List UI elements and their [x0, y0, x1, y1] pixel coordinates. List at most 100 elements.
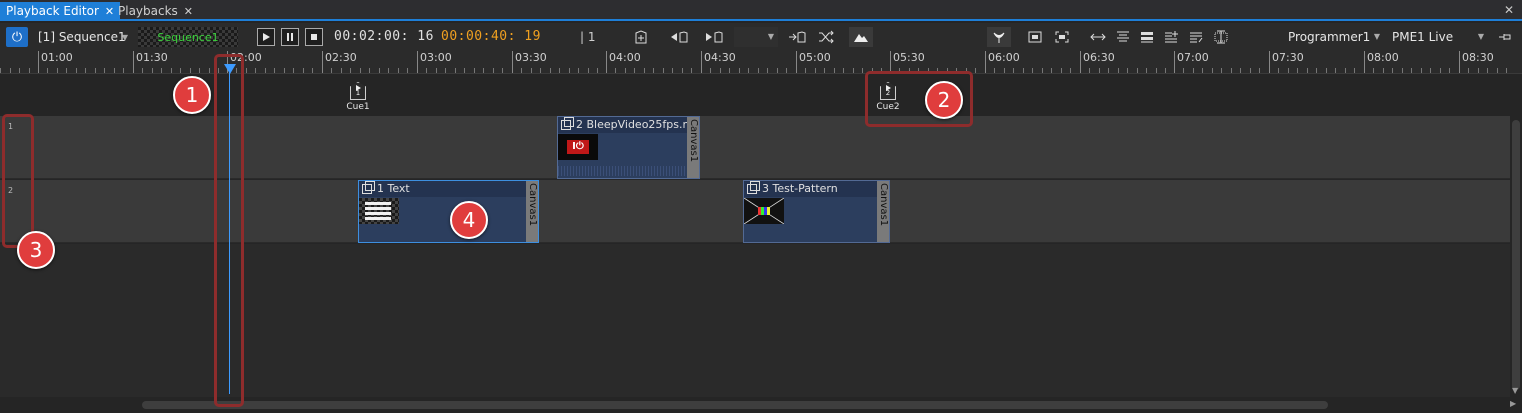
ruler-minor-tick — [625, 68, 626, 73]
zoom-to-fit-button[interactable] — [849, 27, 873, 47]
ruler-minor-tick — [123, 68, 124, 73]
play-button[interactable] — [257, 28, 275, 46]
tab-label: Playback Editor — [6, 4, 99, 18]
ruler-minor-tick — [805, 68, 806, 73]
vertical-scrollbar-thumb[interactable] — [1512, 120, 1520, 390]
ruler-minor-tick — [426, 68, 427, 73]
ruler-time-label: 06:30 — [1083, 51, 1115, 64]
ruler-minor-tick — [209, 68, 210, 73]
ruler-minor-tick — [199, 68, 200, 73]
ruler-minor-tick — [455, 68, 456, 73]
audio-waveform — [558, 166, 687, 176]
sequence-select[interactable]: [1] Sequence1 ▼ — [34, 27, 132, 47]
ruler-minor-tick — [663, 68, 664, 73]
stop-button[interactable] — [305, 28, 323, 46]
ruler-minor-tick — [1440, 68, 1441, 73]
ruler-minor-tick — [1137, 68, 1138, 73]
text-cursor-button[interactable] — [1211, 27, 1231, 47]
ruler-minor-tick — [1411, 68, 1412, 73]
programmer-select[interactable]: Programmer1 ▼ — [1284, 27, 1384, 47]
pin-icon — [1499, 34, 1511, 40]
edit-track-button[interactable] — [1186, 27, 1206, 47]
flower-icon — [993, 32, 1005, 43]
ruler-time-label: 01:00 — [41, 51, 73, 64]
stop-icon — [311, 34, 317, 40]
clip-bleep-video[interactable]: 2 BleepVideo25fps.m I⏻ Canvas1 — [557, 116, 700, 179]
window-close-icon[interactable]: ✕ — [1504, 3, 1514, 17]
close-icon[interactable]: ✕ — [184, 5, 193, 18]
tab-playback-editor[interactable]: Playback Editor ✕ — [0, 2, 121, 21]
clip-test-pattern[interactable]: 3 Test-Pattern Canvas1 — [743, 180, 890, 243]
ruler-minor-tick — [331, 68, 332, 73]
ruler-time-label: 07:30 — [1272, 51, 1304, 64]
ruler-minor-tick — [994, 68, 995, 73]
ruler-major-tick — [890, 51, 891, 73]
ruler-minor-tick — [597, 68, 598, 73]
zoom-in-button[interactable] — [987, 27, 1011, 47]
ruler-minor-tick — [1240, 68, 1241, 73]
output-select-value: PME1 Live — [1392, 30, 1454, 44]
ruler-minor-tick — [303, 68, 304, 73]
power-button[interactable]: ⏻ — [6, 27, 28, 47]
fit-width-button[interactable] — [1025, 27, 1045, 47]
ruler-minor-tick — [1202, 68, 1203, 73]
horizontal-scrollbar-thumb[interactable] — [142, 401, 1328, 409]
ruler-minor-tick — [550, 68, 551, 73]
clip-thumbnail — [744, 198, 784, 224]
ruler-major-tick — [1269, 51, 1270, 73]
total-timecode: 00:00:40: 19 — [441, 29, 541, 44]
ruler-minor-tick — [493, 68, 494, 73]
ruler-minor-tick — [360, 68, 361, 73]
cue-label: Cue1 — [346, 102, 370, 112]
clip-header: 2 BleepVideo25fps.m — [558, 117, 687, 133]
add-cue-button[interactable] — [631, 27, 651, 47]
chevron-down-icon: ▼ — [1373, 32, 1380, 41]
ruler-minor-tick — [398, 68, 399, 73]
ruler-minor-tick — [1193, 68, 1194, 73]
scroll-down-icon[interactable]: ▼ — [1512, 386, 1518, 395]
text-cursor-icon — [1214, 30, 1228, 44]
pin-button[interactable] — [1494, 27, 1516, 47]
ruler-minor-tick — [1354, 68, 1355, 73]
pause-button[interactable] — [281, 28, 299, 46]
ruler-minor-tick — [1392, 68, 1393, 73]
align-center-button[interactable] — [1137, 27, 1157, 47]
clip-thumbnail — [359, 198, 399, 224]
ruler-minor-tick — [1023, 68, 1024, 73]
ruler-minor-tick — [1013, 68, 1014, 73]
annotation-badge: 1 — [173, 76, 211, 114]
ruler-minor-tick — [1373, 68, 1374, 73]
fullscreen-button[interactable] — [1052, 27, 1072, 47]
ruler-minor-tick — [474, 68, 475, 73]
ruler-major-tick — [322, 51, 323, 73]
goto-cue-button[interactable] — [786, 27, 808, 47]
distribute-button[interactable] — [1087, 27, 1109, 47]
ruler-time-label: 07:00 — [1177, 51, 1209, 64]
ruler-minor-tick — [341, 68, 342, 73]
tab-playbacks[interactable]: Playbacks ✕ — [112, 2, 199, 21]
next-cue-button[interactable] — [703, 27, 725, 47]
shuffle-button[interactable] — [815, 27, 837, 47]
scroll-right-icon[interactable]: ▶ — [1510, 399, 1516, 408]
cue-select[interactable]: ▼ — [734, 27, 778, 47]
clip-thumbnail: I⏻ — [558, 134, 598, 160]
ruler-minor-tick — [57, 68, 58, 73]
ruler-minor-tick — [1118, 68, 1119, 73]
ruler-minor-tick — [152, 68, 153, 73]
toolbar: ⏻ [1] Sequence1 ▼ Sequence1 00:02:00: 16… — [0, 23, 1522, 64]
cue-marker-1[interactable]: 1 Cue1 — [346, 82, 370, 112]
ruler-minor-tick — [47, 68, 48, 73]
ruler-time-label: 05:00 — [799, 51, 831, 64]
add-track-button[interactable] — [1161, 27, 1181, 47]
align-left-button[interactable] — [1113, 27, 1133, 47]
ruler-time-label: 01:30 — [136, 51, 168, 64]
ruler-minor-tick — [388, 68, 389, 73]
copy-icon — [561, 117, 574, 130]
shuffle-icon — [819, 30, 834, 44]
ruler-minor-tick — [142, 68, 143, 73]
clip-text[interactable]: 1 Text Canvas1 — [358, 180, 539, 243]
output-select[interactable]: PME1 Live ▼ — [1388, 27, 1488, 47]
clip-header: 1 Text — [359, 181, 526, 197]
ruler-minor-tick — [1127, 68, 1128, 73]
previous-cue-button[interactable] — [668, 27, 690, 47]
